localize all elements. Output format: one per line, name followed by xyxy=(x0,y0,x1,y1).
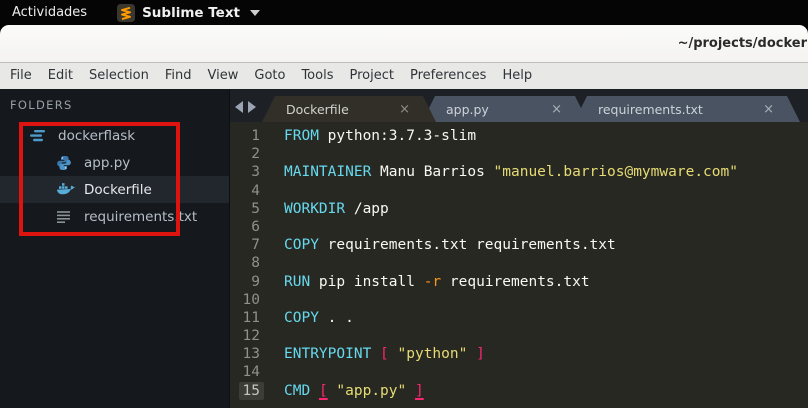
tab-scroll-arrows xyxy=(235,101,256,113)
code-line[interactable]: 11 COPY . . xyxy=(230,309,808,327)
close-icon[interactable]: × xyxy=(551,103,562,116)
sidebar-item-app-py[interactable]: app.py xyxy=(0,149,229,176)
tab-label: requirements.txt xyxy=(598,102,703,117)
app-menu-label: Sublime Text xyxy=(142,5,240,21)
line-number: 2 xyxy=(230,145,264,163)
sublime-text-logo-icon xyxy=(117,4,135,22)
window-titlebar[interactable]: ~/projects/docker xyxy=(0,25,808,62)
menu-item-goto[interactable]: Goto xyxy=(246,63,293,89)
code-text: FROM python:3.7.3-slim xyxy=(284,127,476,145)
sublime-window: ~/projects/docker FileEditSelectionFindV… xyxy=(0,25,808,408)
folder-open-icon xyxy=(30,128,50,144)
code-line[interactable]: 2 xyxy=(230,145,808,163)
line-number: 4 xyxy=(230,182,264,200)
code-text: CMD [ "app.py" ] xyxy=(284,382,424,400)
tabs: Dockerfile × app.py × requirements.txt × xyxy=(262,96,800,122)
code-line[interactable]: 12 xyxy=(230,327,808,345)
sidebar-item-label: dockerflask xyxy=(58,128,135,144)
line-number: 12 xyxy=(230,327,264,345)
code-text: COPY requirements.txt requirements.txt xyxy=(284,236,616,254)
app-menu-button[interactable]: Sublime Text xyxy=(117,4,260,22)
menu-item-help[interactable]: Help xyxy=(494,63,540,89)
line-number: 1 xyxy=(230,127,264,145)
code-line[interactable]: 10 xyxy=(230,291,808,309)
line-number: 9 xyxy=(230,273,264,291)
code-line[interactable]: 4 xyxy=(230,182,808,200)
main-content: FOLDERS dockerflask app.py Dockerfile requi… xyxy=(0,89,808,408)
window-title: ~/projects/docker xyxy=(678,36,808,51)
code-line[interactable]: 3 MAINTAINER Manu Barrios "manuel.barrios… xyxy=(230,163,808,181)
menu-item-file[interactable]: File xyxy=(2,63,40,89)
code-line[interactable]: 14 xyxy=(230,363,808,381)
code-line[interactable]: 9 RUN pip install -r requirements.txt xyxy=(230,273,808,291)
activities-button[interactable]: Actividades xyxy=(0,5,101,20)
line-number: 10 xyxy=(230,291,264,309)
menu-item-tools[interactable]: Tools xyxy=(293,63,341,89)
code-line[interactable]: 7 COPY requirements.txt requirements.txt xyxy=(230,236,808,254)
line-number: 5 xyxy=(230,200,264,218)
menu-item-edit[interactable]: Edit xyxy=(40,63,81,89)
menu-item-preferences[interactable]: Preferences xyxy=(402,63,494,89)
menu-item-selection[interactable]: Selection xyxy=(81,63,157,89)
code-line[interactable]: 8 xyxy=(230,254,808,272)
file-tree: dockerflask app.py Dockerfile requirements.… xyxy=(0,122,229,230)
code-text: COPY . . xyxy=(284,309,354,327)
line-number: 15 xyxy=(230,382,264,400)
python-icon xyxy=(56,155,76,171)
menu-item-view[interactable]: View xyxy=(200,63,247,89)
menu-item-project[interactable]: Project xyxy=(341,63,401,89)
tab-bar: Dockerfile × app.py × requirements.txt × xyxy=(230,89,808,122)
code-text: WORKDIR /app xyxy=(284,200,389,218)
sidebar-item-label: requirements.txt xyxy=(84,209,197,225)
line-number: 3 xyxy=(230,163,264,181)
line-number: 13 xyxy=(230,345,264,363)
tab-label: app.py xyxy=(446,102,489,117)
code-line[interactable]: 15 CMD [ "app.py" ] xyxy=(230,382,808,400)
close-icon[interactable]: × xyxy=(763,103,774,116)
sidebar-item-label: Dockerfile xyxy=(84,182,152,198)
menu-item-find[interactable]: Find xyxy=(157,63,200,89)
line-number: 11 xyxy=(230,309,264,327)
gnome-top-bar: Actividades Sublime Text xyxy=(0,0,808,25)
code-line[interactable]: 13 ENTRYPOINT [ "python" ] xyxy=(230,345,808,363)
code-line[interactable]: 1 FROM python:3.7.3-slim xyxy=(230,127,808,145)
line-number: 14 xyxy=(230,363,264,381)
tab-label: Dockerfile xyxy=(286,102,349,117)
code-text: ENTRYPOINT [ "python" ] xyxy=(284,345,485,363)
code-line[interactable]: 6 xyxy=(230,218,808,236)
tab-dockerfile[interactable]: Dockerfile × xyxy=(262,96,436,122)
sidebar-item-dockerfile[interactable]: Dockerfile xyxy=(0,176,229,203)
code-editor[interactable]: 1 FROM python:3.7.3-slim 23 MAINTAINER Manu… xyxy=(230,122,808,408)
docker-icon xyxy=(56,182,76,198)
tab-scroll-right-icon[interactable] xyxy=(248,101,256,113)
folders-header: FOLDERS xyxy=(0,89,229,122)
text-file-icon xyxy=(56,209,76,225)
code-text: RUN pip install -r requirements.txt xyxy=(284,273,590,291)
code-line[interactable]: 5 WORKDIR /app xyxy=(230,200,808,218)
sidebar: FOLDERS dockerflask app.py Dockerfile requi… xyxy=(0,89,230,408)
sidebar-item-dockerflask[interactable]: dockerflask xyxy=(0,122,229,149)
editor-pane: Dockerfile × app.py × requirements.txt × 1 FRO… xyxy=(230,89,808,408)
chevron-down-icon xyxy=(250,10,260,16)
tab-scroll-left-icon[interactable] xyxy=(235,101,243,113)
sidebar-item-label: app.py xyxy=(84,155,130,171)
line-number: 6 xyxy=(230,218,264,236)
sidebar-item-requirements-txt[interactable]: requirements.txt xyxy=(0,203,229,230)
tab-requirements-txt[interactable]: requirements.txt × xyxy=(574,96,800,122)
close-icon[interactable]: × xyxy=(399,103,410,116)
tab-app-py[interactable]: app.py × xyxy=(422,96,588,122)
code-text: MAINTAINER Manu Barrios "manuel.barrios@… xyxy=(284,163,738,181)
line-number: 7 xyxy=(230,236,264,254)
line-number: 8 xyxy=(230,254,264,272)
menu-bar: FileEditSelectionFindViewGotoToolsProjec… xyxy=(0,62,808,89)
